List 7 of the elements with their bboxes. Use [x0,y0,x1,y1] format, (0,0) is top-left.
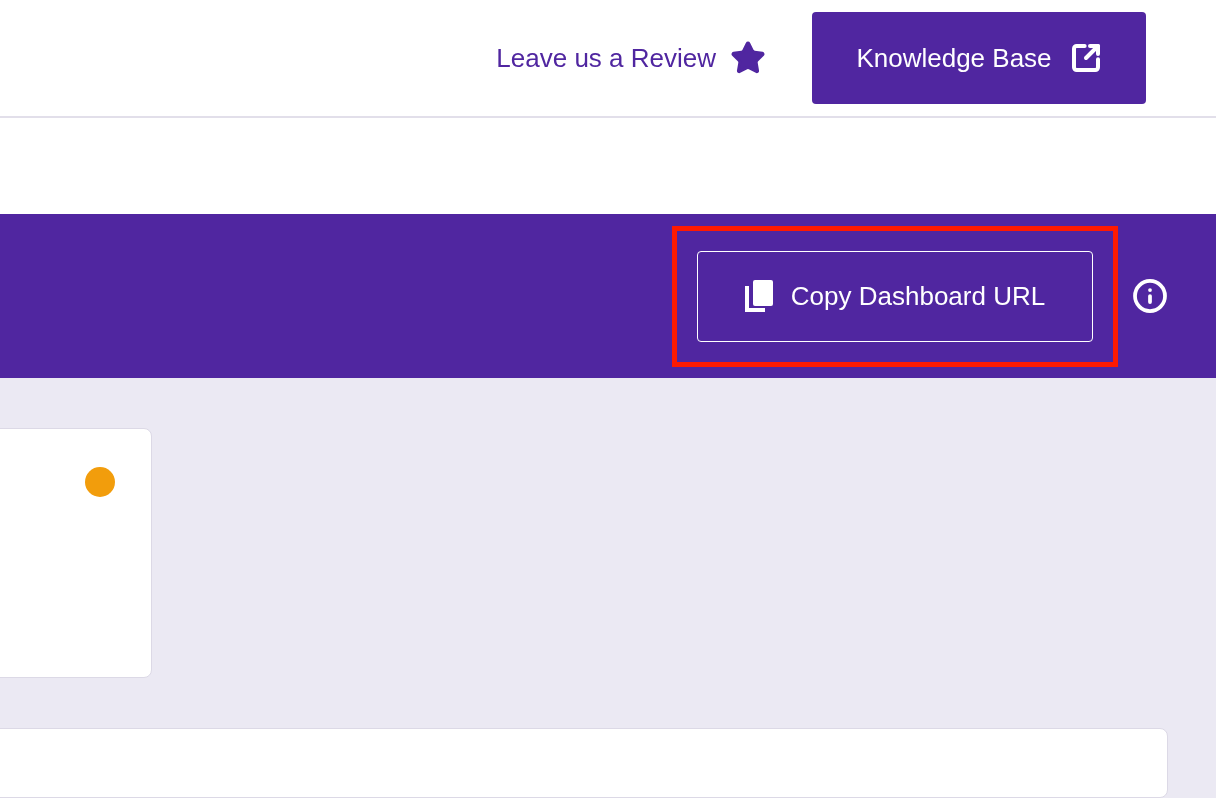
knowledge-base-button[interactable]: Knowledge Base [812,12,1146,104]
star-icon [730,40,766,76]
review-link[interactable]: Leave us a Review [496,12,766,104]
info-icon[interactable] [1132,278,1168,314]
external-link-icon [1069,42,1102,74]
copy-icon [744,280,773,312]
copy-dashboard-url-button[interactable]: Copy Dashboard URL [697,250,1093,342]
